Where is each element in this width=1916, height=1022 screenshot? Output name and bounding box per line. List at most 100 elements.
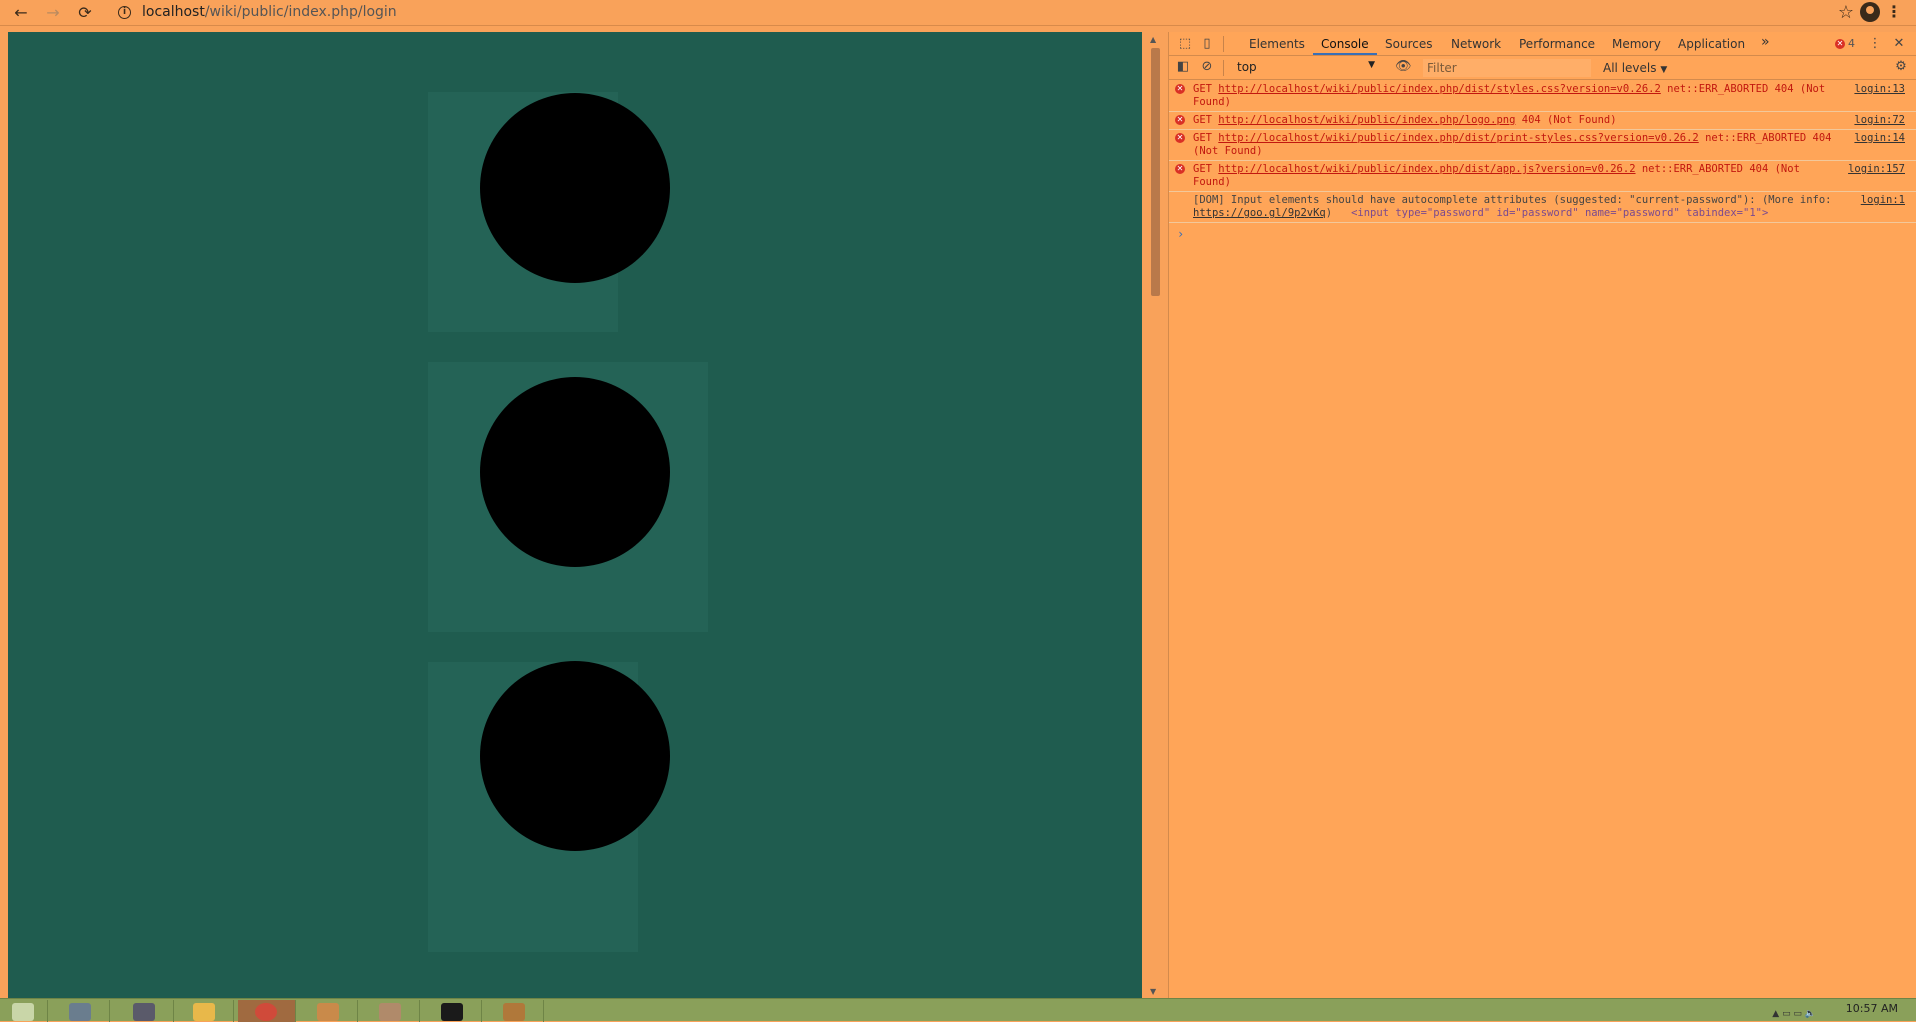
taskbar-app-archive[interactable] bbox=[486, 1000, 544, 1022]
folder-icon bbox=[193, 1003, 215, 1021]
os-taskbar: ▲ ▭ ▭ 🔈 10:57 AM bbox=[0, 998, 1916, 1022]
message-text: [DOM] Input elements should have autocom… bbox=[1193, 194, 1832, 206]
url-host: localhost bbox=[142, 4, 205, 20]
scroll-thumb[interactable] bbox=[1151, 48, 1160, 296]
back-button[interactable]: ← bbox=[10, 2, 32, 24]
console-prompt[interactable]: › bbox=[1169, 223, 1916, 245]
inspect-element-icon[interactable]: ⬚ bbox=[1177, 36, 1193, 52]
console-messages: ✕ GET http://localhost/wiki/public/index… bbox=[1169, 81, 1916, 245]
error-count-badge[interactable]: ✕ 4 bbox=[1835, 37, 1855, 50]
error-tail: 404 (Not Found) bbox=[1521, 114, 1617, 126]
server-manager-icon bbox=[69, 1003, 91, 1021]
error-icon: ✕ bbox=[1175, 133, 1185, 143]
kebab-menu-icon[interactable]: ⋮ bbox=[1886, 2, 1902, 21]
address-bar[interactable]: localhost/wiki/public/index.php/login bbox=[142, 4, 397, 20]
scroll-down-arrow-icon[interactable]: ▼ bbox=[1150, 987, 1156, 996]
account-icon[interactable] bbox=[1860, 2, 1880, 22]
prompt-chevron-icon: › bbox=[1177, 227, 1185, 241]
devtools-menu-icon[interactable]: ⋮ bbox=[1867, 36, 1883, 52]
taskbar-app-cmd[interactable] bbox=[424, 1000, 482, 1022]
error-icon: ✕ bbox=[1175, 164, 1185, 174]
tab-performance[interactable]: Performance bbox=[1519, 37, 1595, 51]
scroll-up-arrow-icon[interactable]: ▲ bbox=[1150, 35, 1156, 44]
active-tab-indicator bbox=[1313, 53, 1377, 55]
loading-dot-3 bbox=[480, 661, 670, 851]
request-method: GET bbox=[1193, 83, 1212, 95]
page-viewport bbox=[8, 32, 1142, 998]
taskbar-app-notes[interactable] bbox=[362, 1000, 420, 1022]
command-prompt-icon bbox=[441, 1003, 463, 1021]
live-expression-eye-icon[interactable]: 👁 bbox=[1395, 59, 1412, 75]
forward-button[interactable]: → bbox=[42, 2, 64, 24]
console-error-message: ✕ GET http://localhost/wiki/public/index… bbox=[1169, 130, 1916, 161]
source-link[interactable]: login:157 bbox=[1848, 163, 1905, 176]
divider bbox=[1223, 36, 1224, 52]
tab-memory[interactable]: Memory bbox=[1612, 37, 1661, 51]
error-icon: ✕ bbox=[1175, 115, 1185, 125]
tab-network[interactable]: Network bbox=[1451, 37, 1501, 51]
error-icon: ✕ bbox=[1835, 39, 1845, 49]
error-icon: ✕ bbox=[1175, 84, 1185, 94]
powershell-icon bbox=[133, 1003, 155, 1021]
request-url-link[interactable]: http://localhost/wiki/public/index.php/d… bbox=[1218, 83, 1661, 95]
error-count: 4 bbox=[1848, 37, 1855, 50]
reload-button[interactable]: ⟳ bbox=[74, 2, 96, 24]
console-error-message: ✕ GET http://localhost/wiki/public/index… bbox=[1169, 81, 1916, 112]
more-tabs-icon[interactable]: » bbox=[1761, 34, 1770, 50]
taskbar-app-paint[interactable] bbox=[300, 1000, 358, 1022]
start-button[interactable] bbox=[0, 1000, 48, 1022]
request-method: GET bbox=[1193, 132, 1212, 144]
console-settings-gear-icon[interactable]: ⚙ bbox=[1893, 59, 1909, 75]
request-url-link[interactable]: http://localhost/wiki/public/index.php/l… bbox=[1218, 114, 1515, 126]
chevron-down-icon: ▼ bbox=[1660, 65, 1668, 75]
source-link[interactable]: login:14 bbox=[1854, 132, 1905, 145]
taskbar-app-explorer[interactable] bbox=[176, 1000, 234, 1022]
device-toolbar-icon[interactable]: ▯ bbox=[1199, 36, 1215, 52]
notes-icon bbox=[379, 1003, 401, 1021]
clear-console-icon[interactable]: ⊘ bbox=[1199, 59, 1215, 75]
bookmark-star-icon[interactable]: ☆ bbox=[1838, 2, 1854, 23]
console-error-message: ✕ GET http://localhost/wiki/public/index… bbox=[1169, 112, 1916, 130]
tab-console[interactable]: Console bbox=[1321, 37, 1369, 51]
console-filter-input[interactable] bbox=[1423, 59, 1591, 77]
request-url-link[interactable]: http://localhost/wiki/public/index.php/d… bbox=[1218, 132, 1698, 144]
taskbar-app-powershell[interactable] bbox=[116, 1000, 174, 1022]
tab-elements[interactable]: Elements bbox=[1249, 37, 1305, 51]
source-link[interactable]: login:13 bbox=[1854, 83, 1905, 96]
taskbar-clock[interactable]: 10:57 AM bbox=[1846, 1002, 1898, 1015]
chrome-icon bbox=[255, 1003, 277, 1021]
console-toolbar: ◧ ⊘ top ▼ 👁 All levels ▼ ⚙ bbox=[1169, 56, 1916, 80]
source-link[interactable]: login:72 bbox=[1854, 114, 1905, 127]
source-link[interactable]: login:1 bbox=[1861, 194, 1905, 207]
tab-application[interactable]: Application bbox=[1678, 37, 1745, 51]
divider bbox=[1223, 60, 1224, 76]
loading-dot-1 bbox=[480, 93, 670, 283]
request-url-link[interactable]: http://localhost/wiki/public/index.php/d… bbox=[1218, 163, 1635, 175]
tab-sources[interactable]: Sources bbox=[1385, 37, 1432, 51]
taskbar-app-server-manager[interactable] bbox=[52, 1000, 110, 1022]
chevron-down-icon: ▼ bbox=[1368, 60, 1375, 70]
dom-snippet[interactable]: <input type="password" id="password" nam… bbox=[1351, 207, 1768, 219]
archive-icon bbox=[503, 1003, 525, 1021]
context-value: top bbox=[1237, 60, 1257, 74]
windows-logo-icon bbox=[12, 1003, 34, 1021]
page-scrollbar[interactable]: ▲ ▼ bbox=[1142, 32, 1168, 998]
site-info-icon[interactable]: i bbox=[118, 6, 131, 19]
request-method: GET bbox=[1193, 114, 1212, 126]
browser-toolbar: ← → ⟳ i localhost/wiki/public/index.php/… bbox=[0, 0, 1916, 26]
devtools-tab-bar: ⬚ ▯ Elements Console Sources Network Per… bbox=[1169, 32, 1916, 56]
log-levels-label: All levels bbox=[1603, 61, 1657, 75]
more-info-link[interactable]: https://goo.gl/9p2vKq bbox=[1193, 207, 1326, 219]
loading-dot-2 bbox=[480, 377, 670, 567]
request-method: GET bbox=[1193, 163, 1212, 175]
context-select[interactable]: top ▼ bbox=[1237, 60, 1375, 76]
message-close: ) bbox=[1325, 207, 1333, 219]
log-levels-select[interactable]: All levels ▼ bbox=[1603, 61, 1667, 75]
console-info-message: [DOM] Input elements should have autocom… bbox=[1169, 192, 1916, 223]
console-error-message: ✕ GET http://localhost/wiki/public/index… bbox=[1169, 161, 1916, 192]
url-path: /wiki/public/index.php/login bbox=[204, 4, 397, 20]
close-devtools-icon[interactable]: ✕ bbox=[1891, 36, 1907, 52]
taskbar-app-chrome[interactable] bbox=[238, 1000, 296, 1022]
sidebar-toggle-icon[interactable]: ◧ bbox=[1175, 59, 1191, 75]
system-tray[interactable]: ▲ ▭ ▭ 🔈 bbox=[1772, 1009, 1816, 1019]
